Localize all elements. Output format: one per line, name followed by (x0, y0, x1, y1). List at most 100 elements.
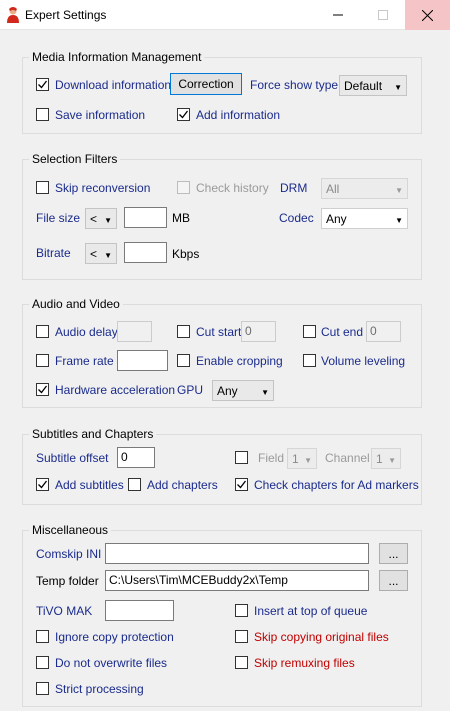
channel-value: 1 (376, 452, 383, 466)
file-size-operator-select[interactable]: < ▼ (85, 208, 117, 229)
add-subtitles-checkbox[interactable] (36, 478, 49, 491)
cut-start-checkbox[interactable] (177, 325, 190, 338)
skip-remux-label[interactable]: Skip remuxing files (254, 656, 355, 670)
chevron-down-icon: ▼ (394, 83, 402, 92)
skip-copying-label[interactable]: Skip copying original files (254, 630, 389, 644)
tivo-mak-label: TiVO MAK (36, 604, 93, 618)
check-chapters-label[interactable]: Check chapters for Ad markers (254, 478, 419, 492)
add-info-checkbox[interactable] (177, 108, 190, 121)
volume-leveling-label[interactable]: Volume leveling (321, 354, 405, 368)
codec-value: Any (326, 212, 347, 226)
ignore-copy-label[interactable]: Ignore copy protection (55, 630, 174, 644)
subtitle-offset-label: Subtitle offset (36, 451, 109, 465)
app-logo-icon (7, 7, 19, 23)
channel-label: Channel (325, 451, 370, 465)
add-subtitles-label[interactable]: Add subtitles (55, 478, 124, 492)
audio-video-title: Audio and Video (29, 297, 123, 311)
chevron-down-icon: ▼ (395, 186, 403, 195)
chevron-down-icon: ▼ (304, 456, 312, 465)
audio-delay-label[interactable]: Audio delay (55, 325, 118, 339)
volume-leveling-checkbox[interactable] (303, 354, 316, 367)
frame-rate-checkbox[interactable] (36, 354, 49, 367)
drm-select[interactable]: All ▼ (321, 178, 408, 199)
maximize-button[interactable] (360, 0, 405, 30)
file-size-unit: MB (172, 211, 190, 225)
comskip-browse-button[interactable]: ... (379, 543, 408, 564)
frame-rate-label[interactable]: Frame rate (55, 354, 114, 368)
hardware-acceleration-label[interactable]: Hardware acceleration (55, 383, 175, 397)
download-info-label[interactable]: Download information (55, 78, 171, 92)
bitrate-operator-select[interactable]: < ▼ (85, 243, 117, 264)
insert-top-label[interactable]: Insert at top of queue (254, 604, 367, 618)
file-size-operator-value: < (90, 212, 98, 226)
comskip-ini-input[interactable] (105, 543, 369, 564)
cut-end-label[interactable]: Cut end (321, 325, 363, 339)
save-info-checkbox[interactable] (36, 108, 49, 121)
bitrate-input[interactable] (124, 242, 167, 263)
save-info-label[interactable]: Save information (55, 108, 145, 122)
frame-rate-input[interactable] (117, 350, 168, 371)
drm-label: DRM (280, 181, 308, 195)
gpu-select[interactable]: Any ▼ (212, 380, 274, 401)
field-select[interactable]: 1 ▼ (287, 448, 317, 469)
codec-label: Codec (279, 211, 314, 225)
enable-cropping-label[interactable]: Enable cropping (196, 354, 283, 368)
strict-processing-checkbox[interactable] (36, 682, 49, 695)
selection-filters-title: Selection Filters (29, 152, 121, 166)
file-size-input[interactable] (124, 207, 167, 228)
correction-button-label: Correction (178, 77, 234, 91)
add-info-label[interactable]: Add information (196, 108, 280, 122)
subtitles-chapters-group: Subtitles and Chapters (22, 427, 422, 505)
field-checkbox[interactable] (235, 451, 248, 464)
bitrate-label: Bitrate (36, 246, 71, 260)
temp-folder-label: Temp folder (36, 574, 99, 588)
temp-browse-label: ... (388, 573, 399, 588)
hardware-acceleration-checkbox[interactable] (36, 383, 49, 396)
cut-start-label[interactable]: Cut start (196, 325, 241, 339)
correction-button[interactable]: Correction (170, 73, 242, 95)
no-overwrite-checkbox[interactable] (36, 656, 49, 669)
cut-start-input[interactable]: 0 (241, 321, 276, 342)
maximize-icon (377, 10, 388, 20)
chevron-down-icon: ▼ (261, 388, 269, 397)
close-button[interactable] (405, 0, 450, 30)
add-chapters-label[interactable]: Add chapters (147, 478, 218, 492)
cut-end-input[interactable]: 0 (366, 321, 401, 342)
checkmark-icon (38, 80, 48, 89)
skip-remux-checkbox[interactable] (235, 656, 248, 669)
subtitle-offset-input[interactable]: 0 (117, 447, 155, 468)
ignore-copy-checkbox[interactable] (36, 630, 49, 643)
chevron-down-icon: ▼ (395, 216, 403, 225)
audio-delay-checkbox[interactable] (36, 325, 49, 338)
force-show-type-select[interactable]: Default ▼ (339, 75, 407, 96)
skip-reconversion-checkbox[interactable] (36, 181, 49, 194)
cut-end-checkbox[interactable] (303, 325, 316, 338)
enable-cropping-checkbox[interactable] (177, 354, 190, 367)
tivo-mak-input[interactable] (105, 600, 174, 621)
add-chapters-checkbox[interactable] (128, 478, 141, 491)
check-history-checkbox[interactable] (177, 181, 190, 194)
temp-folder-input[interactable]: C:\Users\Tim\MCEBuddy2x\Temp (105, 570, 369, 591)
checkmark-icon (38, 480, 48, 489)
bitrate-operator-value: < (90, 247, 98, 261)
strict-processing-label[interactable]: Strict processing (55, 682, 144, 696)
insert-top-checkbox[interactable] (235, 604, 248, 617)
chevron-down-icon: ▼ (104, 251, 112, 260)
channel-select[interactable]: 1 ▼ (371, 448, 401, 469)
check-chapters-checkbox[interactable] (235, 478, 248, 491)
gpu-label: GPU (177, 383, 204, 397)
download-info-checkbox[interactable] (36, 78, 49, 91)
audio-delay-input[interactable] (117, 321, 152, 342)
skip-copying-checkbox[interactable] (235, 630, 248, 643)
minimize-button[interactable] (315, 0, 360, 30)
field-value: 1 (292, 452, 299, 466)
no-overwrite-label[interactable]: Do not overwrite files (55, 656, 167, 670)
title-bar: Expert Settings (0, 0, 450, 30)
skip-reconversion-label[interactable]: Skip reconversion (55, 181, 150, 195)
codec-select[interactable]: Any ▼ (321, 208, 408, 229)
chevron-down-icon: ▼ (104, 216, 112, 225)
gpu-value: Any (217, 384, 238, 398)
check-history-label: Check history (196, 181, 269, 195)
comskip-browse-label: ... (388, 546, 399, 561)
temp-browse-button[interactable]: ... (379, 570, 408, 591)
